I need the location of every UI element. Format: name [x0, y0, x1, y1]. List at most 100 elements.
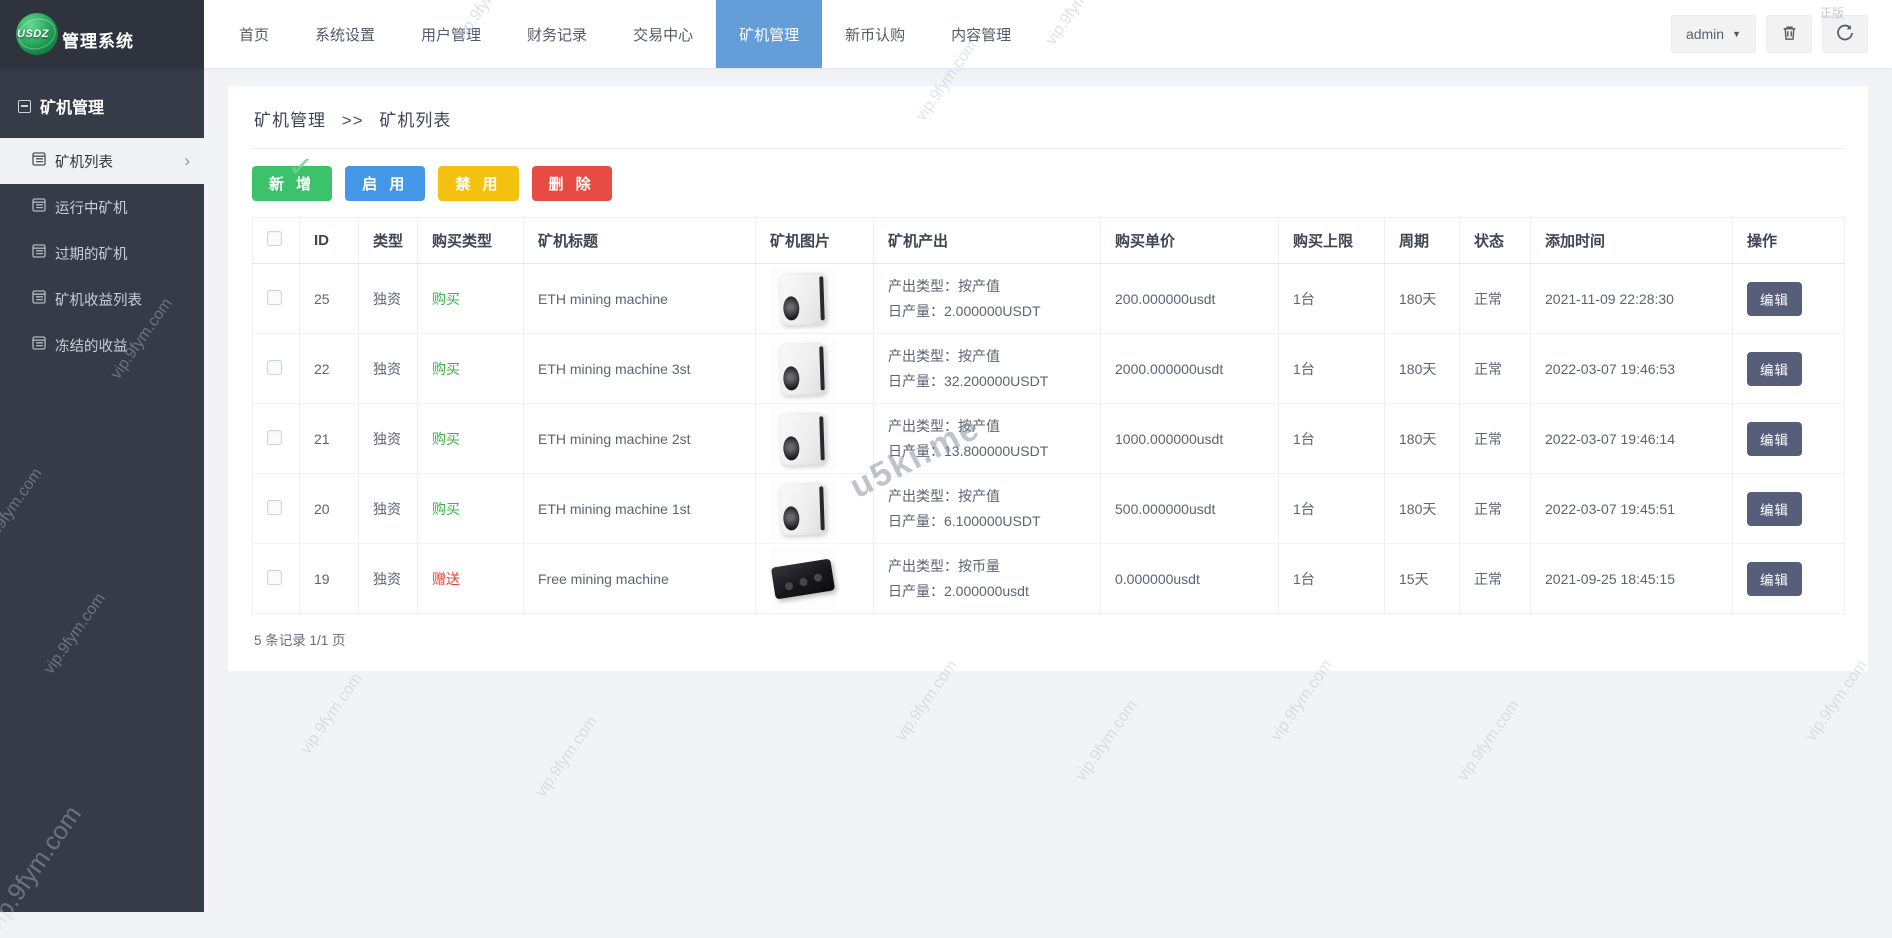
list-icon	[32, 244, 46, 262]
breadcrumb: 矿机管理 >> 矿机列表	[252, 86, 1844, 148]
cell-price: 200.000000usdt	[1101, 264, 1279, 334]
col-header: 矿机产出	[874, 218, 1101, 264]
app-title: 管理系统	[62, 27, 134, 52]
edit-button[interactable]: 编辑	[1747, 562, 1802, 596]
breadcrumb-separator: >>	[342, 111, 364, 130]
cell-added-time: 2022-03-07 19:46:14	[1531, 404, 1733, 474]
chevron-right-icon: ›	[184, 151, 190, 171]
nav-tab[interactable]: 交易中心	[610, 0, 716, 68]
edit-button[interactable]: 编辑	[1747, 282, 1802, 316]
nav-tab-label: 财务记录	[527, 24, 587, 45]
cell-type: 独资	[359, 544, 418, 614]
nav-tab-label: 新币认购	[845, 24, 905, 45]
row-checkbox[interactable]	[267, 570, 282, 585]
collapse-minus-icon	[18, 100, 31, 113]
cell-status: 正常	[1460, 264, 1531, 334]
col-header: ID	[300, 218, 359, 264]
top-nav: 首页 系统设置 用户管理 财务记录 交易中心 矿机管理 新币认购 内容管理	[216, 0, 1671, 68]
sidebar: 矿机管理 矿机列表 › 运行中矿机 › 过期的矿机 ›	[0, 68, 204, 912]
cell-price: 1000.000000usdt	[1101, 404, 1279, 474]
list-icon	[32, 198, 46, 216]
nav-tab[interactable]: 内容管理	[928, 0, 1034, 68]
cell-period: 180天	[1385, 404, 1460, 474]
cell-id: 19	[300, 544, 359, 614]
cell-limit: 1台	[1279, 474, 1385, 544]
cell-type: 独资	[359, 334, 418, 404]
nav-tab[interactable]: 矿机管理	[716, 0, 822, 68]
cell-type: 独资	[359, 404, 418, 474]
sidebar-item[interactable]: 运行中矿机 ›	[0, 184, 204, 230]
sidebar-group-header[interactable]: 矿机管理	[0, 68, 204, 138]
sidebar-item[interactable]: 过期的矿机 ›	[0, 230, 204, 276]
caret-down-icon: ▼	[1732, 29, 1741, 39]
add-button[interactable]: 新 增	[252, 166, 332, 201]
buy-type: 购买	[432, 361, 460, 377]
cell-status: 正常	[1460, 544, 1531, 614]
sidebar-menu: 矿机列表 › 运行中矿机 › 过期的矿机 › 矿机收益列表 ›	[0, 138, 204, 368]
nav-tab[interactable]: 财务记录	[504, 0, 610, 68]
table-row: 21 独资 购买 ETH mining machine 2st 产出类型：按产值…	[253, 404, 1845, 474]
output-type: 产出类型：按产值	[888, 414, 1090, 439]
cell-status: 正常	[1460, 474, 1531, 544]
list-icon	[32, 290, 46, 308]
nav-tab-label: 用户管理	[421, 24, 481, 45]
output-daily: 日产量：2.000000USDT	[888, 299, 1090, 324]
buy-type: 购买	[432, 431, 460, 447]
cell-added-time: 2021-09-25 18:45:15	[1531, 544, 1733, 614]
cell-id: 21	[300, 404, 359, 474]
buy-type: 购买	[432, 291, 460, 307]
logo-badge: USDZ	[17, 28, 49, 40]
output-daily: 日产量：6.100000USDT	[888, 509, 1090, 534]
edit-button[interactable]: 编辑	[1747, 422, 1802, 456]
records-summary: 5 条记录 1/1 页	[252, 614, 1844, 651]
list-icon	[32, 152, 46, 170]
enable-button[interactable]: 启 用	[345, 166, 425, 201]
output-daily: 日产量：13.800000USDT	[888, 439, 1090, 464]
cell-period: 180天	[1385, 264, 1460, 334]
row-checkbox[interactable]	[267, 360, 282, 375]
cell-id: 25	[300, 264, 359, 334]
sidebar-item-label: 冻结的收益	[55, 335, 128, 356]
nav-tab[interactable]: 用户管理	[398, 0, 504, 68]
row-checkbox[interactable]	[267, 430, 282, 445]
row-checkbox[interactable]	[267, 290, 282, 305]
sidebar-item[interactable]: 矿机列表 ›	[0, 138, 204, 184]
edit-button[interactable]: 编辑	[1747, 492, 1802, 526]
sidebar-item-label: 矿机列表	[55, 151, 113, 172]
cell-limit: 1台	[1279, 264, 1385, 334]
nav-tab[interactable]: 系统设置	[292, 0, 398, 68]
toolbar: 新 增 启 用 禁 用 删 除	[252, 149, 1844, 217]
table-row: 20 独资 购买 ETH mining machine 1st 产出类型：按产值…	[253, 474, 1845, 544]
nav-tab[interactable]: 首页	[216, 0, 292, 68]
sidebar-item[interactable]: 矿机收益列表 ›	[0, 276, 204, 322]
app-logo: USDZ 管理系统	[0, 0, 204, 68]
disable-button[interactable]: 禁 用	[438, 166, 518, 201]
delete-button[interactable]: 删 除	[532, 166, 612, 201]
sidebar-item[interactable]: 冻结的收益 ›	[0, 322, 204, 368]
row-checkbox[interactable]	[267, 500, 282, 515]
nav-tab-label: 交易中心	[633, 24, 693, 45]
cell-type: 独资	[359, 264, 418, 334]
cell-price: 500.000000usdt	[1101, 474, 1279, 544]
refresh-icon	[1836, 24, 1854, 45]
output-type: 产出类型：按产值	[888, 484, 1090, 509]
nav-tab[interactable]: 新币认购	[822, 0, 928, 68]
output-type: 产出类型：按产值	[888, 274, 1090, 299]
nav-tab-label: 矿机管理	[739, 24, 799, 45]
select-all-checkbox[interactable]	[267, 231, 282, 246]
machine-image	[779, 412, 827, 466]
refresh-button[interactable]	[1822, 15, 1868, 53]
topbar-right: admin ▼	[1671, 0, 1892, 68]
list-icon	[32, 336, 46, 354]
cell-price: 0.000000usdt	[1101, 544, 1279, 614]
cell-id: 22	[300, 334, 359, 404]
main-content: 矿机管理 >> 矿机列表 新 增 启 用 禁 用 删 除 ID 类型 购买类型	[204, 68, 1892, 912]
breadcrumb-page: 矿机列表	[379, 111, 451, 130]
cell-period: 180天	[1385, 334, 1460, 404]
col-header: 状态	[1460, 218, 1531, 264]
edit-button[interactable]: 编辑	[1747, 352, 1802, 386]
clear-cache-button[interactable]	[1766, 15, 1812, 53]
admin-dropdown[interactable]: admin ▼	[1671, 15, 1756, 53]
nav-tab-label: 系统设置	[315, 24, 375, 45]
cell-type: 独资	[359, 474, 418, 544]
